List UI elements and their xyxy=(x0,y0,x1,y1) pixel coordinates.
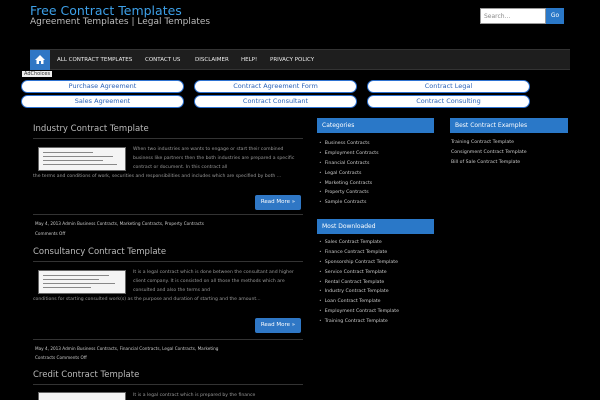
download-link[interactable]: Sales Contract Template xyxy=(319,238,434,248)
post-excerpt: It is a legal contract which is prepared… xyxy=(133,393,256,398)
download-link[interactable]: Training Contract Template xyxy=(319,317,434,327)
post-divider xyxy=(33,138,303,139)
category-link[interactable]: Marketing Contracts xyxy=(319,179,434,189)
read-more-button[interactable]: Read More » xyxy=(255,318,301,333)
adchoices-badge[interactable]: AdChoices xyxy=(22,71,53,77)
category-link[interactable]: Property Contracts xyxy=(319,188,434,198)
best-example-link[interactable]: Bill of Sale Contract Template xyxy=(451,158,569,168)
search-input[interactable]: Search... xyxy=(480,8,546,24)
post-excerpt: It is a legal contract which is done bet… xyxy=(133,270,294,293)
nav-privacy-policy[interactable]: PRIVACY POLICY xyxy=(270,50,314,70)
ad-link-contract-legal[interactable]: Contract Legal xyxy=(367,80,530,93)
nav-contact-us[interactable]: CONTACT US xyxy=(145,50,180,70)
nav-home[interactable] xyxy=(30,50,50,70)
nav-help[interactable]: HELP! xyxy=(241,50,257,70)
post-title[interactable]: Industry Contract Template xyxy=(33,124,149,134)
post-divider xyxy=(33,214,303,215)
best-examples-widget-title: Best Contract Examples xyxy=(450,118,568,133)
category-link[interactable]: Employment Contracts xyxy=(319,149,434,159)
main-nav: ALL CONTRACT TEMPLATES CONTACT US DISCLA… xyxy=(30,49,570,70)
post-divider xyxy=(33,261,303,262)
download-link[interactable]: Employment Contract Template xyxy=(319,307,434,317)
post-excerpt: When two industries are wants to engage … xyxy=(133,147,295,170)
category-link[interactable]: Legal Contracts xyxy=(319,169,434,179)
post-divider xyxy=(33,339,303,340)
category-link[interactable]: Financial Contracts xyxy=(319,159,434,169)
search-button[interactable]: Go xyxy=(546,8,564,24)
nav-disclaimer[interactable]: DISCLAIMER xyxy=(195,50,229,70)
category-link[interactable]: Sample Contracts xyxy=(319,198,434,208)
post-comments[interactable]: Contracts Comments Off xyxy=(35,352,303,363)
categories-list: Business Contracts Employment Contracts … xyxy=(319,139,434,208)
post-excerpt-continued: conditions for starting consulted work(s… xyxy=(33,297,261,302)
site-description: Agreement Templates | Legal Templates xyxy=(30,17,211,27)
post-comments[interactable]: Comments Off xyxy=(35,228,303,239)
best-example-link[interactable]: Training Contract Template xyxy=(451,138,569,148)
ad-link-contract-agreement-form[interactable]: Contract Agreement Form xyxy=(194,80,357,93)
home-icon xyxy=(35,55,45,64)
download-link[interactable]: Loan Contract Template xyxy=(319,297,434,307)
post-divider xyxy=(33,384,303,385)
categories-widget-title: Categories xyxy=(317,118,434,133)
download-link[interactable]: Service Contract Template xyxy=(319,268,434,278)
post-thumbnail[interactable] xyxy=(38,270,126,294)
download-link[interactable]: Sponsorship Contract Template xyxy=(319,258,434,268)
download-link[interactable]: Rental Contract Template xyxy=(319,278,434,288)
download-link[interactable]: Industry Contract Template xyxy=(319,287,434,297)
post-thumbnail[interactable] xyxy=(38,147,126,171)
ad-link-contract-consultant[interactable]: Contract Consultant xyxy=(194,95,357,108)
ad-link-contract-consulting[interactable]: Contract Consulting xyxy=(367,95,530,108)
most-downloaded-list: Sales Contract Template Finance Contract… xyxy=(319,238,434,327)
download-link[interactable]: Finance Contract Template xyxy=(319,248,434,258)
nav-all-contract-templates[interactable]: ALL CONTRACT TEMPLATES xyxy=(57,50,132,70)
best-example-link[interactable]: Consignment Contract Template xyxy=(451,148,569,158)
post-title[interactable]: Credit Contract Template xyxy=(33,370,139,380)
ad-link-purchase-agreement[interactable]: Purchase Agreement xyxy=(21,80,184,93)
most-downloaded-widget-title: Most Downloaded xyxy=(317,219,434,234)
post-excerpt-continued: the terms and conditions of work, securi… xyxy=(33,174,282,179)
site-title[interactable]: Free Contract Templates xyxy=(30,3,182,18)
best-examples-list: Training Contract Template Consignment C… xyxy=(451,138,569,168)
read-more-button[interactable]: Read More » xyxy=(255,195,301,210)
ad-link-sales-agreement[interactable]: Sales Agreement xyxy=(21,95,184,108)
category-link[interactable]: Business Contracts xyxy=(319,139,434,149)
post-thumbnail[interactable] xyxy=(38,392,126,400)
post-title[interactable]: Consultancy Contract Template xyxy=(33,247,166,257)
